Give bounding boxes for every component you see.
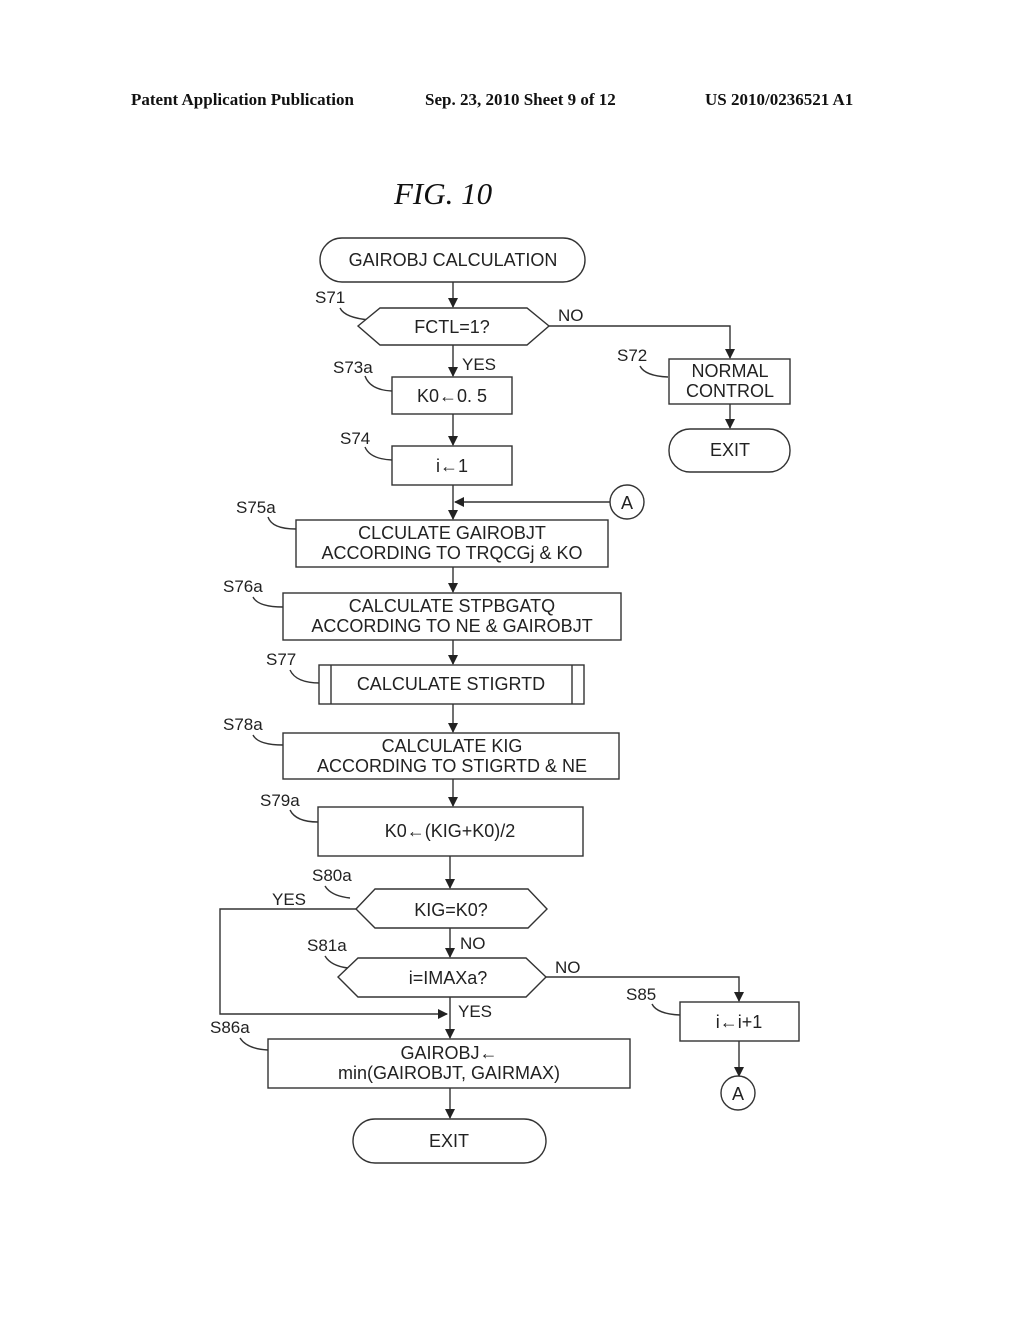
step-label-s86a: S86a — [210, 1018, 250, 1037]
exit-terminal-normal: EXIT — [668, 428, 791, 473]
process-s75a-line1: CLCULATE GAIROBJT — [358, 523, 546, 543]
leader-s73a — [364, 375, 393, 392]
decision-s80a-text: KIG=K0? — [414, 900, 488, 920]
leader-s77 — [289, 669, 321, 684]
branch-label-s71-yes: YES — [462, 355, 496, 374]
process-s76a-line1: CALCULATE STPBGATQ — [349, 596, 555, 616]
exit-terminal-normal-text: EXIT — [710, 440, 750, 460]
leader-s79a — [289, 809, 319, 823]
step-s78a: S78a CALCULATE KIG ACCORDING TO STIGRTD … — [223, 715, 620, 780]
start-terminal: GAIROBJ CALCULATION — [319, 237, 586, 283]
step-label-s80a: S80a — [312, 866, 352, 885]
step-s85: S85 i←i+1 — [626, 985, 800, 1042]
step-label-s85: S85 — [626, 985, 656, 1004]
connector-a-out-text: A — [732, 1084, 744, 1104]
leader-s72 — [639, 365, 669, 378]
branch-label-s81a-yes: YES — [458, 1002, 492, 1021]
leader-s76a — [252, 596, 284, 608]
leader-s80a — [324, 885, 351, 899]
leader-s86a — [239, 1037, 269, 1051]
start-terminal-text: GAIROBJ CALCULATION — [349, 250, 558, 270]
step-label-s77: S77 — [266, 650, 296, 669]
step-label-s79a: S79a — [260, 791, 300, 810]
exit-terminal-end: EXIT — [352, 1118, 547, 1164]
step-label-s71: S71 — [315, 288, 345, 307]
decision-s71-text: FCTL=1? — [414, 317, 490, 337]
process-s75a-line2: ACCORDING TO TRQCGj & KO — [321, 543, 582, 563]
connector-a-in: A — [609, 484, 645, 520]
branch-label-s80a-no: NO — [460, 934, 486, 953]
branch-label-s80a-yes: YES — [272, 890, 306, 909]
leader-s74 — [364, 446, 393, 461]
process-s72-line1: NORMAL — [691, 361, 768, 381]
step-label-s78a: S78a — [223, 715, 263, 734]
branch-label-s81a-no: NO — [555, 958, 581, 977]
leader-s71 — [339, 307, 371, 321]
step-label-s72: S72 — [617, 346, 647, 365]
exit-terminal-end-text: EXIT — [429, 1131, 469, 1151]
process-s72-line2: CONTROL — [686, 381, 774, 401]
connector-a-out: A — [720, 1075, 756, 1111]
process-s78a-line1: CALCULATE KIG — [382, 736, 523, 756]
step-s86a: S86a GAIROBJ← min(GAIROBJT, GAIRMAX) — [210, 1018, 631, 1089]
step-label-s75a: S75a — [236, 498, 276, 517]
flowchart: GAIROBJ CALCULATION S71 FCTL=1? NO YES S… — [210, 237, 800, 1164]
process-s79a-text: K0←(KIG+K0)/2 — [385, 821, 516, 841]
process-s78a-line2: ACCORDING TO STIGRTD & NE — [317, 756, 587, 776]
step-label-s73a: S73a — [333, 358, 373, 377]
leader-s75a — [267, 516, 297, 530]
process-s73a-text: K0←0. 5 — [417, 386, 487, 406]
step-s76a: S76a CALCULATE STPBGATQ ACCORDING TO NE … — [223, 577, 622, 641]
process-s74-text: i←1 — [436, 456, 468, 476]
leader-s78a — [252, 734, 284, 746]
connector-a-in-text: A — [621, 493, 633, 513]
step-label-s74: S74 — [340, 429, 370, 448]
subroutine-s77-text: CALCULATE STIGRTD — [357, 674, 545, 694]
step-s77: S77 CALCULATE STIGRTD — [266, 650, 585, 705]
process-s76a-line2: ACCORDING TO NE & GAIROBJT — [311, 616, 592, 636]
process-s85-text: i←i+1 — [716, 1012, 763, 1032]
step-s79a: S79a K0←(KIG+K0)/2 — [260, 791, 584, 857]
step-label-s81a: S81a — [307, 936, 347, 955]
step-s74: S74 i←1 — [340, 429, 513, 486]
step-label-s76a: S76a — [223, 577, 263, 596]
leader-s81a — [324, 955, 349, 969]
step-s72: S72 NORMAL CONTROL — [617, 346, 791, 405]
step-s75a: S75a CLCULATE GAIROBJT ACCORDING TO TRQC… — [236, 498, 609, 568]
process-s86a-line1: GAIROBJ← — [400, 1043, 497, 1063]
leader-s85 — [651, 1003, 681, 1016]
process-s86a-line2: min(GAIROBJT, GAIRMAX) — [338, 1063, 560, 1083]
decision-s81a-text: i=IMAXa? — [409, 968, 488, 988]
branch-label-s71-no: NO — [558, 306, 584, 325]
